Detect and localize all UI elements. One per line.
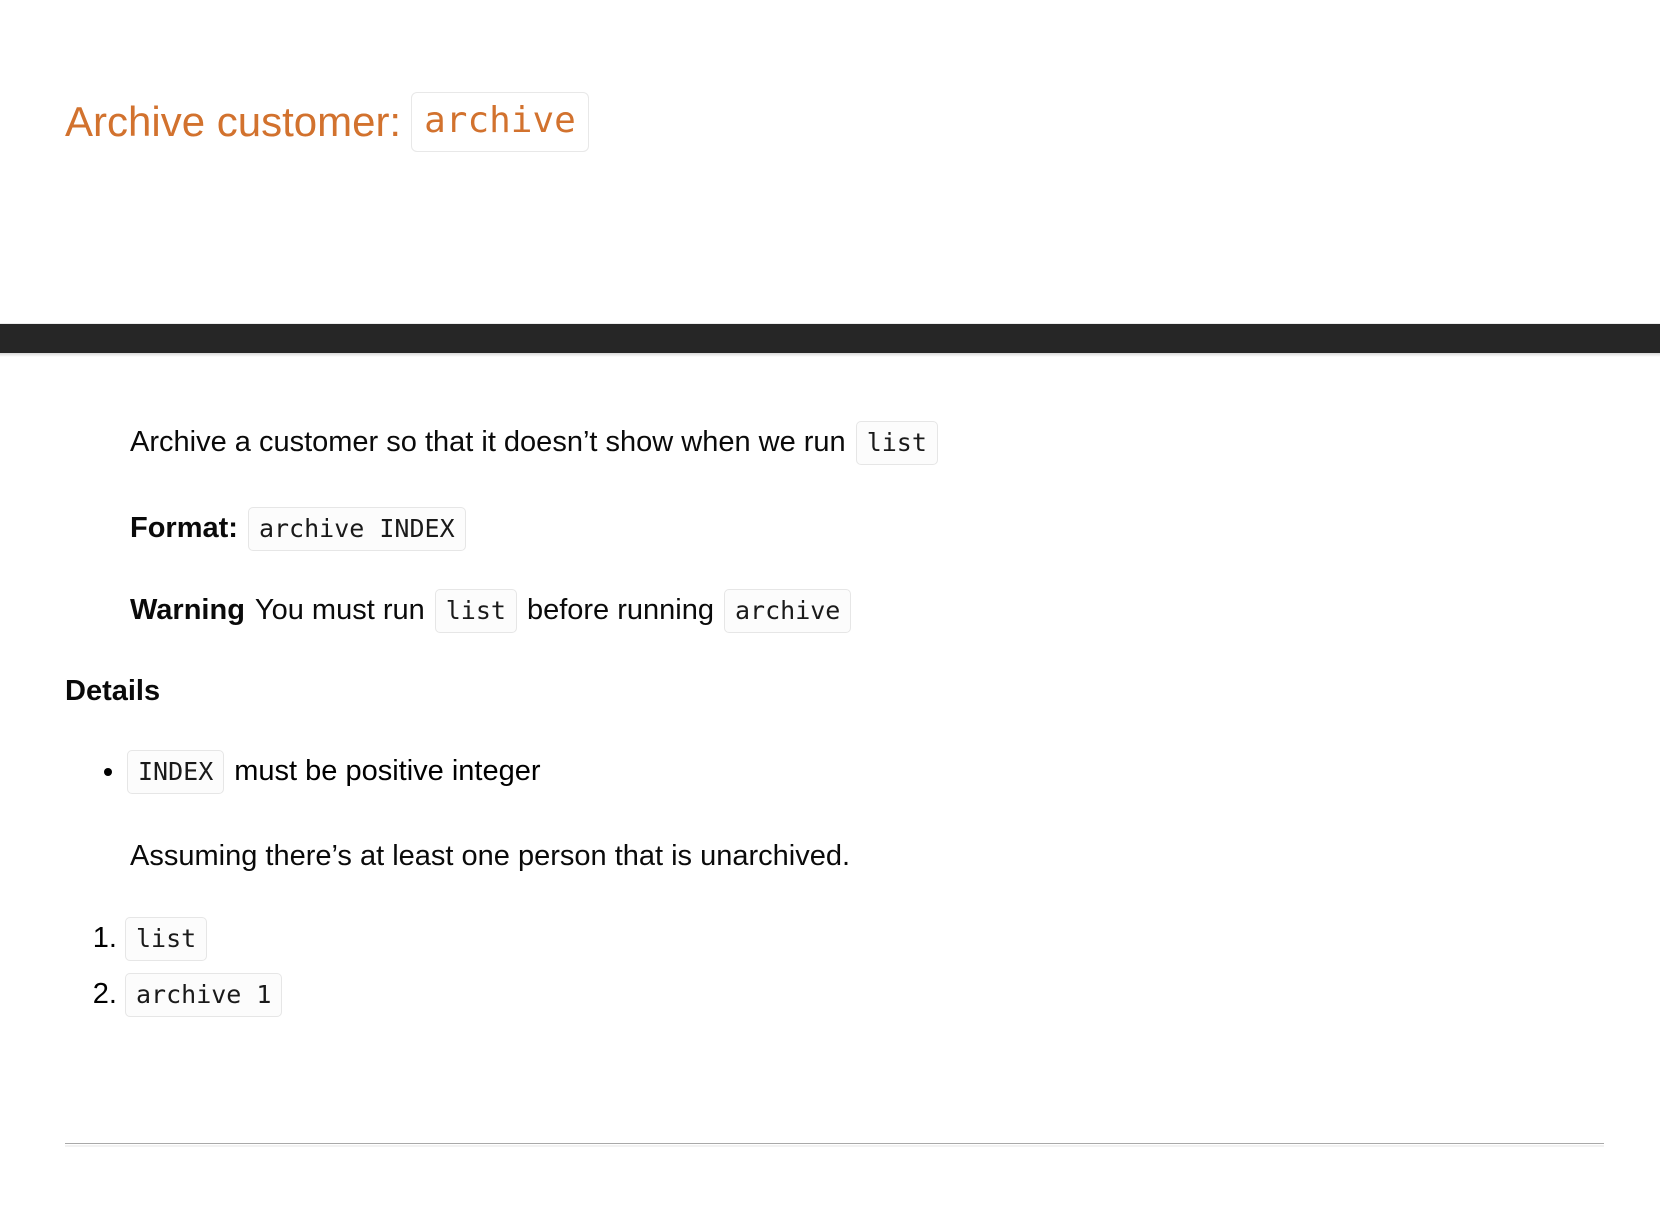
page-title-text: Archive customer: bbox=[65, 97, 402, 145]
list-item: archive 1 bbox=[125, 973, 283, 1017]
details-item-inner: INDEX must be positive integer bbox=[127, 750, 541, 794]
section-divider-highlight bbox=[65, 1145, 1604, 1147]
format-label: Format: bbox=[130, 512, 238, 545]
step-code-chip-list: list bbox=[125, 917, 208, 961]
warning-text-middle: before running bbox=[526, 594, 714, 627]
list-item: INDEX must be positive integer bbox=[127, 750, 541, 794]
list-item: list bbox=[125, 917, 282, 961]
navigation-bar-shadow bbox=[0, 353, 1660, 357]
intro-text: Archive a customer so that it doesn’t sh… bbox=[130, 426, 846, 459]
assumption-paragraph: Assuming there’s at least one person tha… bbox=[130, 840, 851, 872]
details-item-text: must be positive integer bbox=[234, 755, 541, 788]
format-code-chip: archive INDEX bbox=[247, 507, 466, 551]
page-title-code-chip: archive bbox=[411, 92, 589, 152]
warning-code-chip-archive: archive bbox=[723, 589, 852, 633]
warning-label: Warning bbox=[130, 594, 245, 627]
intro-code-chip-list: list bbox=[855, 421, 938, 465]
format-paragraph: Format: archive INDEX bbox=[130, 507, 466, 551]
warning-text-before: You must run bbox=[254, 594, 425, 627]
details-list: INDEX must be positive integer bbox=[65, 750, 541, 794]
step-2-inner: archive 1 bbox=[125, 973, 283, 1017]
details-code-chip-index: INDEX bbox=[127, 750, 225, 794]
header-zone: Archive customer: archive bbox=[0, 0, 1660, 323]
step-code-chip-archive-1: archive 1 bbox=[125, 973, 283, 1017]
step-1-inner: list bbox=[125, 917, 208, 961]
page-title: Archive customer: archive bbox=[65, 92, 589, 152]
section-divider bbox=[65, 1143, 1604, 1144]
top-navigation-bar[interactable] bbox=[0, 323, 1660, 353]
intro-paragraph: Archive a customer so that it doesn’t sh… bbox=[130, 421, 938, 465]
warning-paragraph: Warning You must run list before running… bbox=[130, 589, 852, 633]
steps-list: list archive 1 bbox=[65, 917, 283, 1029]
details-heading: Details bbox=[65, 675, 161, 707]
warning-code-chip-list: list bbox=[434, 589, 517, 633]
